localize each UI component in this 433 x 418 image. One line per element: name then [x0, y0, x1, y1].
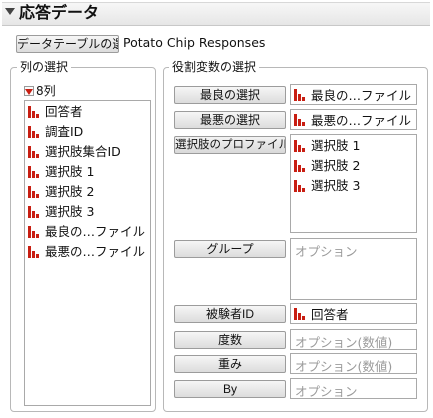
- column-list-item[interactable]: 最良の…ファイル: [25, 222, 150, 242]
- column-list-item-label: 回答者: [45, 104, 83, 119]
- column-list-item-label: 調査ID: [45, 124, 84, 139]
- column-list-item-label: 選択肢 2: [45, 184, 95, 199]
- best-choice-value: 最良の…ファイル: [311, 88, 412, 103]
- nominal-bar-icon: [294, 140, 305, 152]
- column-list-item[interactable]: 最悪の…ファイル: [25, 242, 150, 262]
- nominal-bar-icon: [28, 206, 39, 218]
- nominal-bar-icon: [28, 106, 39, 118]
- worst-choice-slot[interactable]: 最悪の…ファイル: [290, 109, 417, 130]
- by-button[interactable]: By: [174, 380, 286, 398]
- column-filter-dropdown-icon[interactable]: [24, 86, 34, 96]
- weight-button[interactable]: 重み: [174, 355, 286, 373]
- column-list-item[interactable]: 回答者: [25, 102, 150, 122]
- nominal-bar-icon: [294, 307, 305, 320]
- frequency-placeholder: オプション(数値): [295, 335, 393, 350]
- worst-choice-button[interactable]: 最悪の選択: [174, 111, 286, 129]
- nominal-bar-icon: [28, 226, 39, 238]
- nominal-bar-icon: [28, 126, 39, 138]
- column-count-control[interactable]: 8列: [24, 84, 56, 98]
- worst-choice-value: 最悪の…ファイル: [311, 113, 412, 128]
- group-slot[interactable]: オプション: [290, 238, 417, 300]
- frequency-slot[interactable]: オプション(数値): [290, 329, 417, 350]
- column-list-item[interactable]: 調査ID: [25, 122, 150, 142]
- data-table-name: Potato Chip Responses: [123, 35, 266, 50]
- nominal-bar-icon: [294, 160, 305, 172]
- column-list-item-label: 最良の…ファイル: [45, 224, 146, 239]
- column-list-item[interactable]: 選択肢 2: [25, 182, 150, 202]
- choice-profile-id-slot[interactable]: 選択肢 1 選択肢 2 選択肢 3: [290, 134, 417, 233]
- choice-profile-id-button[interactable]: 選択肢のプロファイルID: [174, 136, 286, 154]
- best-choice-button[interactable]: 最良の選択: [174, 86, 286, 104]
- subject-id-slot[interactable]: 回答者: [290, 303, 417, 324]
- column-list-item[interactable]: 選択肢 3: [25, 202, 150, 222]
- nominal-bar-icon: [28, 146, 39, 158]
- column-list-item[interactable]: 選択肢集合ID: [25, 142, 150, 162]
- columns-group-title: 列の選択: [17, 60, 72, 74]
- select-data-table-button[interactable]: データテーブルの選択: [16, 35, 119, 53]
- column-list-item-label: 選択肢 3: [45, 204, 95, 219]
- nominal-bar-icon: [28, 166, 39, 178]
- disclosure-triangle-icon[interactable]: [5, 8, 15, 15]
- nominal-bar-icon: [294, 113, 305, 126]
- by-placeholder: オプション: [295, 384, 358, 399]
- choice-profile-id-item[interactable]: 選択肢 3: [291, 176, 416, 196]
- best-choice-slot[interactable]: 最良の…ファイル: [290, 84, 417, 105]
- column-list-item-label: 選択肢集合ID: [45, 144, 121, 159]
- frequency-button[interactable]: 度数: [174, 331, 286, 349]
- group-button[interactable]: グループ: [174, 240, 286, 258]
- nominal-bar-icon: [294, 180, 305, 192]
- choice-profile-id-item-label: 選択肢 3: [311, 178, 361, 193]
- column-list[interactable]: 回答者調査ID 選択肢集合ID 選択肢 1 選択肢 2 選択肢 3 最良の…ファイル 最悪の…: [24, 100, 151, 406]
- subject-id-button[interactable]: 被験者ID: [174, 305, 286, 323]
- column-list-item[interactable]: 選択肢 1: [25, 162, 150, 182]
- column-list-item-label: 選択肢 1: [45, 164, 95, 179]
- group-placeholder: オプション: [295, 244, 358, 259]
- outline-title: 応答データ: [19, 3, 100, 22]
- subject-id-value: 回答者: [311, 307, 349, 322]
- nominal-bar-icon: [294, 88, 305, 101]
- by-slot[interactable]: オプション: [290, 378, 417, 399]
- nominal-bar-icon: [28, 186, 39, 198]
- column-count-label: 8列: [36, 84, 56, 98]
- nominal-bar-icon: [28, 246, 39, 258]
- roles-group-title: 役割変数の選択: [169, 60, 260, 74]
- choice-profile-id-item[interactable]: 選択肢 1: [291, 136, 416, 156]
- choice-profile-id-item[interactable]: 選択肢 2: [291, 156, 416, 176]
- choice-profile-id-item-label: 選択肢 1: [311, 138, 361, 153]
- column-list-item-label: 最悪の…ファイル: [45, 244, 146, 259]
- weight-slot[interactable]: オプション(数値): [290, 353, 417, 374]
- choice-profile-id-item-label: 選択肢 2: [311, 158, 361, 173]
- weight-placeholder: オプション(数値): [295, 359, 393, 374]
